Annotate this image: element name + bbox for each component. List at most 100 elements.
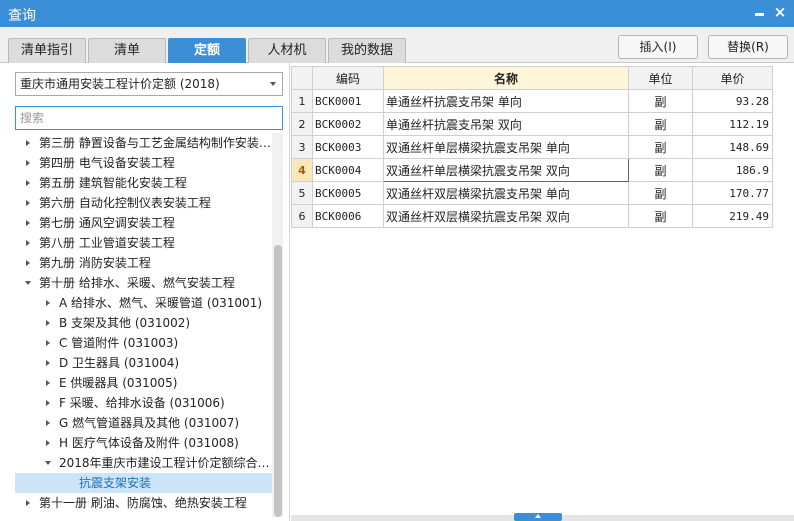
collapsed-caret-icon[interactable] — [23, 253, 33, 273]
collapsed-caret-icon[interactable] — [23, 153, 33, 173]
name-cell[interactable]: 双通丝杆双层横梁抗震支吊架 单向 — [383, 181, 629, 205]
unit-cell[interactable]: 副 — [628, 158, 693, 182]
tree-node[interactable]: G 燃气管道器具及其他 (031007) — [15, 413, 272, 433]
row-number-cell[interactable]: 3 — [291, 135, 313, 159]
name-cell[interactable]: 双通丝杆单层横梁抗震支吊架 单向 — [383, 135, 629, 159]
tree-scrollbar[interactable] — [272, 133, 283, 517]
collapsed-caret-icon[interactable] — [23, 173, 33, 193]
collapsed-caret-icon[interactable] — [43, 413, 53, 433]
collapse-grip-icon[interactable] — [514, 513, 562, 521]
close-icon[interactable]: × — [772, 4, 788, 20]
table-row[interactable]: 6 BCK0006 双通丝杆双层横梁抗震支吊架 双向副 219.49 — [291, 204, 773, 228]
pane-splitter[interactable] — [291, 513, 794, 521]
expanded-caret-icon[interactable] — [23, 273, 33, 293]
collapsed-caret-icon[interactable] — [43, 353, 53, 373]
unit-cell[interactable]: 副 — [628, 112, 693, 136]
tree-node[interactable]: 第七册 通风空调安装工程 — [15, 213, 272, 233]
tree-node[interactable]: 第十册 给排水、采暖、燃气安装工程 — [15, 273, 272, 293]
column-header-unit[interactable]: 单位 — [628, 66, 693, 90]
price-cell[interactable]: 112.19 — [692, 112, 773, 136]
unit-cell[interactable]: 副 — [628, 181, 693, 205]
price-cell[interactable]: 148.69 — [692, 135, 773, 159]
table-row[interactable]: 4 BCK0004 双通丝杆单层横梁抗震支吊架 双向副 186.9 — [291, 158, 773, 182]
table-row[interactable]: 5 BCK0005 双通丝杆双层横梁抗震支吊架 单向副 170.77 — [291, 181, 773, 205]
name-cell[interactable]: 双通丝杆单层横梁抗震支吊架 双向 — [383, 158, 629, 182]
tree-node[interactable]: 2018年重庆市建设工程计价定额综合解释 — [15, 453, 272, 473]
table-header-row: 编码 名称 单位 单价 — [291, 66, 773, 90]
price-cell[interactable]: 170.77 — [692, 181, 773, 205]
tab-bill[interactable]: 清单 — [88, 38, 166, 63]
table-row[interactable]: 2 BCK0002 单通丝杆抗震支吊架 双向副 112.19 — [291, 112, 773, 136]
code-cell[interactable]: BCK0001 — [312, 89, 384, 113]
collapsed-caret-icon[interactable] — [43, 433, 53, 453]
quota-library-select[interactable]: 重庆市通用安装工程计价定额 (2018) — [15, 72, 283, 96]
tab-labor-material-machine[interactable]: 人材机 — [248, 38, 326, 63]
tree-node[interactable]: B 支架及其他 (031002) — [15, 313, 272, 333]
expanded-caret-icon[interactable] — [43, 453, 53, 473]
category-tree: 第三册 静置设备与工艺金属结构制作安装工程第四册 电气设备安装工程第五册 建筑智… — [15, 133, 272, 517]
unit-cell[interactable]: 副 — [628, 89, 693, 113]
window-titlebar: 查询 × — [0, 0, 794, 27]
replace-button[interactable]: 替换(R) — [708, 35, 788, 59]
row-number-cell[interactable]: 5 — [291, 181, 313, 205]
tree-node[interactable]: D 卫生器具 (031004) — [15, 353, 272, 373]
tab-my-data[interactable]: 我的数据 — [328, 38, 406, 63]
row-number-cell[interactable]: 4 — [291, 158, 313, 182]
tree-node[interactable]: C 管道附件 (031003) — [15, 333, 272, 353]
collapsed-caret-icon[interactable] — [23, 233, 33, 253]
tree-node[interactable]: H 医疗气体设备及附件 (031008) — [15, 433, 272, 453]
tree-node[interactable]: 第六册 自动化控制仪表安装工程 — [15, 193, 272, 213]
tree-node-label: 第四册 电气设备安装工程 — [39, 156, 175, 170]
collapsed-caret-icon[interactable] — [43, 393, 53, 413]
tree-node[interactable]: 第十一册 刷油、防腐蚀、绝热安装工程 — [15, 493, 272, 513]
search-input[interactable] — [15, 106, 283, 130]
tree-node[interactable]: F 采暖、给排水设备 (031006) — [15, 393, 272, 413]
column-header-name[interactable]: 名称 — [383, 66, 629, 90]
row-number-cell[interactable]: 1 — [291, 89, 313, 113]
results-pane: 编码 名称 单位 单价 1 BCK0001 单通丝杆抗震支吊架 单向副 93.28 2 B… — [291, 63, 794, 521]
code-cell[interactable]: BCK0006 — [312, 204, 384, 228]
name-cell[interactable]: 单通丝杆抗震支吊架 单向 — [383, 89, 629, 113]
collapsed-caret-icon[interactable] — [43, 313, 53, 333]
insert-button[interactable]: 插入(I) — [618, 35, 698, 59]
tree-node[interactable]: 第八册 工业管道安装工程 — [15, 233, 272, 253]
tree-node[interactable]: 第三册 静置设备与工艺金属结构制作安装工程 — [15, 133, 272, 153]
price-cell[interactable]: 219.49 — [692, 204, 773, 228]
minimize-icon[interactable] — [752, 4, 768, 20]
tree-node[interactable]: 第四册 电气设备安装工程 — [15, 153, 272, 173]
tree-node[interactable]: E 供暖器具 (031005) — [15, 373, 272, 393]
chevron-down-icon — [270, 82, 276, 86]
code-cell[interactable]: BCK0005 — [312, 181, 384, 205]
tree-node-label: C 管道附件 (031003) — [59, 336, 179, 350]
code-cell[interactable]: BCK0002 — [312, 112, 384, 136]
column-header-code[interactable]: 编码 — [312, 66, 384, 90]
tree-node-label: B 支架及其他 (031002) — [59, 316, 191, 330]
code-cell[interactable]: BCK0003 — [312, 135, 384, 159]
column-header-price[interactable]: 单价 — [692, 66, 773, 90]
scrollbar-thumb[interactable] — [274, 245, 282, 517]
name-cell[interactable]: 双通丝杆双层横梁抗震支吊架 双向 — [383, 204, 629, 228]
tree-node[interactable]: A 给排水、燃气、采暖管道 (031001) — [15, 293, 272, 313]
tab-quota[interactable]: 定额 — [168, 38, 246, 63]
collapsed-caret-icon[interactable] — [23, 193, 33, 213]
unit-cell[interactable]: 副 — [628, 135, 693, 159]
price-cell[interactable]: 93.28 — [692, 89, 773, 113]
collapsed-caret-icon[interactable] — [23, 213, 33, 233]
tab-bill-guide[interactable]: 清单指引 — [8, 38, 86, 63]
collapsed-caret-icon[interactable] — [23, 133, 33, 153]
unit-cell[interactable]: 副 — [628, 204, 693, 228]
table-row[interactable]: 3 BCK0003 双通丝杆单层横梁抗震支吊架 单向副 148.69 — [291, 135, 773, 159]
collapsed-caret-icon[interactable] — [43, 293, 53, 313]
code-cell[interactable]: BCK0004 — [312, 158, 384, 182]
collapsed-caret-icon[interactable] — [43, 373, 53, 393]
tree-node[interactable]: 第九册 消防安装工程 — [15, 253, 272, 273]
collapsed-caret-icon[interactable] — [43, 333, 53, 353]
row-number-cell[interactable]: 2 — [291, 112, 313, 136]
price-cell[interactable]: 186.9 — [692, 158, 773, 182]
tree-node[interactable]: 第五册 建筑智能化安装工程 — [15, 173, 272, 193]
tree-node[interactable]: 抗震支架安装 — [15, 473, 272, 493]
collapsed-caret-icon[interactable] — [23, 493, 33, 513]
name-cell[interactable]: 单通丝杆抗震支吊架 双向 — [383, 112, 629, 136]
table-row[interactable]: 1 BCK0001 单通丝杆抗震支吊架 单向副 93.28 — [291, 89, 773, 113]
row-number-cell[interactable]: 6 — [291, 204, 313, 228]
